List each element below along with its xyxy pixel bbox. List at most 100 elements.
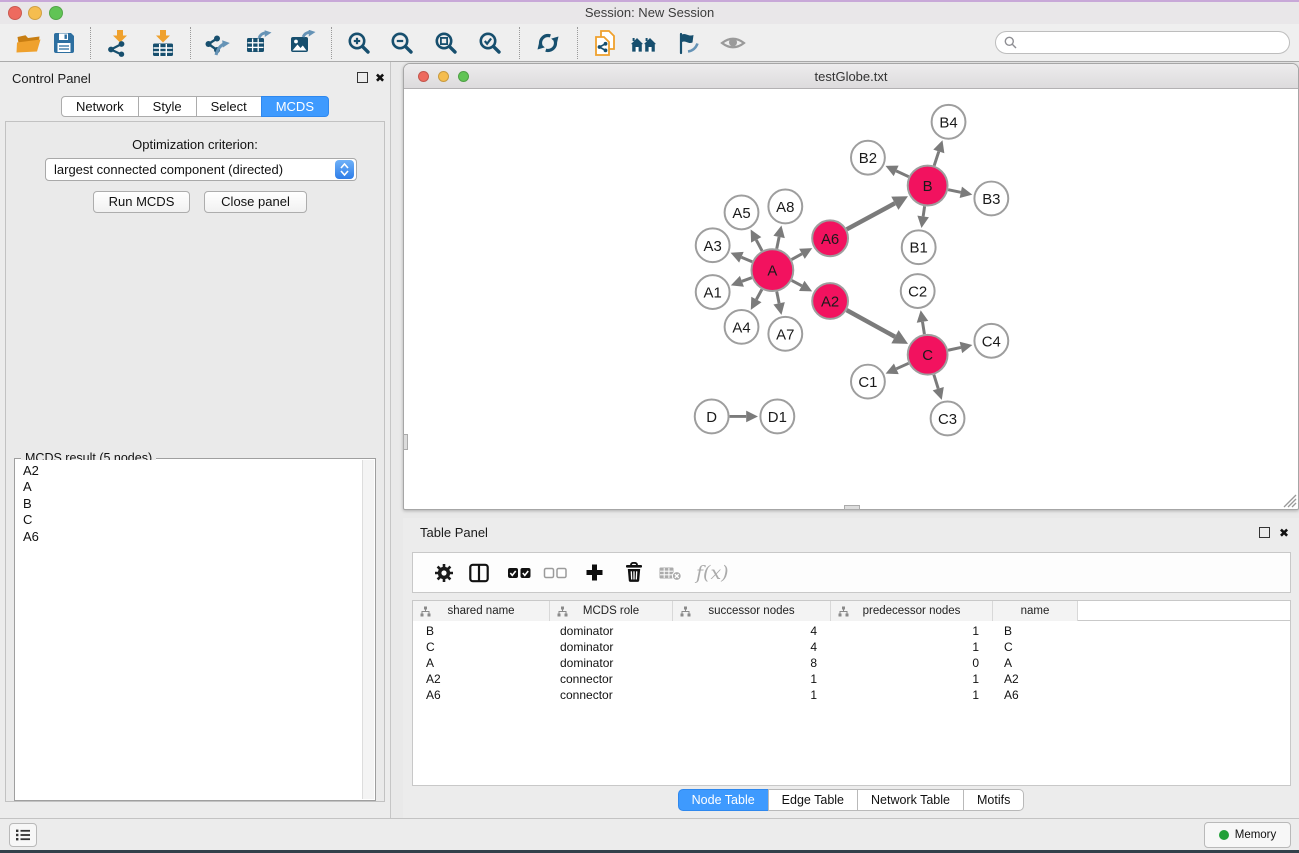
refresh-view-button[interactable]	[536, 26, 560, 60]
graph-edge-B-B3[interactable]	[948, 190, 961, 193]
import-network-button[interactable]	[106, 26, 130, 60]
graph-edge-A6-B[interactable]	[847, 203, 895, 229]
graph-edge-B-B4[interactable]	[934, 151, 939, 165]
zoom-out-button[interactable]	[390, 26, 414, 60]
import-table-button[interactable]	[151, 26, 175, 60]
eye-icon	[720, 31, 746, 55]
duplicate-network-button[interactable]	[593, 26, 617, 60]
graph-edge-A-A7[interactable]	[777, 292, 779, 304]
column-header-shared-name[interactable]: shared name	[413, 601, 550, 621]
graph-edge-C-C4[interactable]	[948, 347, 961, 350]
save-session-button[interactable]	[52, 26, 76, 60]
close-panel-icon[interactable]: ✖	[1279, 527, 1289, 539]
show-columns-button[interactable]	[469, 553, 489, 592]
export-table-icon	[246, 30, 272, 56]
graph-edge-A-A6[interactable]	[792, 254, 802, 260]
table-row[interactable]: C dominator 4 1 C	[413, 639, 1290, 655]
graph-node-label: A1	[704, 285, 722, 302]
cell-predecessor-nodes: 0	[831, 655, 993, 671]
table-row[interactable]: A2 connector 1 1 A2	[413, 671, 1290, 687]
memory-button[interactable]: Memory	[1204, 822, 1291, 848]
resize-grip-icon[interactable]	[1283, 494, 1297, 508]
add-column-button[interactable]	[585, 553, 604, 592]
graph-edge-A-A5[interactable]	[756, 240, 762, 251]
open-session-button[interactable]	[15, 26, 42, 60]
sort-tree-icon	[680, 606, 691, 617]
column-header-predecessor-nodes[interactable]: predecessor nodes	[831, 601, 993, 621]
tab-network-table[interactable]: Network Table	[857, 789, 964, 811]
graph-edge-C-C2[interactable]	[922, 322, 924, 334]
float-panel-icon[interactable]	[357, 72, 368, 83]
export-image-button[interactable]	[290, 26, 316, 60]
zoom-selected-button[interactable]	[478, 26, 502, 60]
list-item[interactable]: A6	[23, 529, 362, 545]
tab-style[interactable]: Style	[138, 96, 197, 117]
run-mcds-button[interactable]: Run MCDS	[93, 191, 190, 213]
tab-network[interactable]: Network	[61, 96, 139, 117]
graph-edge-B-B2[interactable]	[896, 171, 909, 177]
optimization-criterion-select[interactable]: largest connected component (directed)	[45, 158, 357, 181]
window-edge-handle[interactable]	[844, 505, 860, 510]
close-panel-button[interactable]: Close panel	[204, 191, 307, 213]
zoom-network-window-button[interactable]	[458, 71, 469, 82]
panels-menu-button[interactable]	[9, 823, 37, 847]
delete-column-button[interactable]	[625, 553, 643, 592]
close-network-window-button[interactable]	[418, 71, 429, 82]
graph-edge-A-A1[interactable]	[742, 278, 752, 282]
table-settings-button[interactable]	[434, 553, 454, 592]
close-panel-icon[interactable]: ✖	[375, 72, 385, 84]
close-window-button[interactable]	[8, 6, 22, 20]
graph-edge-A-A3[interactable]	[741, 257, 752, 261]
graph-node-label: A8	[776, 199, 794, 216]
graph-edge-A-A2[interactable]	[792, 280, 802, 285]
column-header-name[interactable]: name	[993, 601, 1078, 621]
tab-select[interactable]: Select	[196, 96, 262, 117]
window-edge-handle[interactable]	[403, 434, 408, 450]
tab-mcds[interactable]: MCDS	[261, 96, 329, 117]
cell-shared-name: B	[413, 623, 550, 639]
minimize-window-button[interactable]	[28, 6, 42, 20]
result-scrollbar[interactable]	[362, 460, 374, 799]
list-item[interactable]: A	[23, 479, 362, 495]
tab-node-table[interactable]: Node Table	[678, 789, 769, 811]
table-row[interactable]: A dominator 8 0 A	[413, 655, 1290, 671]
column-header-successor-nodes[interactable]: successor nodes	[673, 601, 831, 621]
zoom-in-button[interactable]	[347, 26, 371, 60]
zoom-fit-button[interactable]	[434, 26, 458, 60]
tab-motifs[interactable]: Motifs	[963, 789, 1024, 811]
birdseye-view-button[interactable]	[720, 26, 746, 60]
delete-table-button	[659, 553, 682, 592]
session-home-button[interactable]	[629, 26, 659, 60]
function-builder-button: f(x)	[696, 553, 729, 592]
float-panel-icon[interactable]	[1259, 527, 1270, 538]
control-panel: Control Panel ✖ Network Style Select MCD…	[0, 62, 391, 818]
table-row[interactable]: A6 connector 1 1 A6	[413, 687, 1290, 703]
network-view-window: testGlobe.txt AA1A2A3A4A5A6A7A8BB1B2B3B4…	[403, 63, 1299, 510]
list-item[interactable]: B	[23, 496, 362, 512]
zoom-out-icon	[390, 31, 414, 55]
deselect-all-button[interactable]	[543, 553, 568, 592]
search-field[interactable]	[995, 31, 1290, 54]
minimize-network-window-button[interactable]	[438, 71, 449, 82]
list-item[interactable]: C	[23, 512, 362, 528]
export-network-button[interactable]	[204, 26, 230, 60]
export-table-button[interactable]	[246, 26, 272, 60]
list-item[interactable]: A2	[23, 463, 362, 479]
graph-edge-C-C1[interactable]	[896, 363, 908, 369]
graph-edge-C-C3[interactable]	[934, 375, 938, 389]
graph-edge-B-B1[interactable]	[923, 206, 924, 216]
graph-edge-A2-C[interactable]	[847, 310, 895, 337]
network-window-titlebar[interactable]: testGlobe.txt	[404, 64, 1298, 89]
column-header-mcds-role[interactable]: MCDS role	[550, 601, 673, 621]
cell-name: A2	[993, 671, 1078, 687]
graph-edge-A-A4[interactable]	[756, 289, 762, 299]
graph-edge-A-A8[interactable]	[777, 237, 779, 249]
search-input[interactable]	[1022, 34, 1289, 52]
tab-edge-table[interactable]: Edge Table	[768, 789, 858, 811]
zoom-window-button[interactable]	[49, 6, 63, 20]
network-canvas[interactable]: AA1A2A3A4A5A6A7A8BB1B2B3B4CC1C2C3C4DD1	[404, 89, 1298, 509]
mcds-result-list: A2 A B C A6	[16, 460, 362, 799]
table-row[interactable]: B dominator 4 1 B	[413, 623, 1290, 639]
graphics-details-button[interactable]	[675, 26, 701, 60]
select-all-button[interactable]	[507, 553, 532, 592]
